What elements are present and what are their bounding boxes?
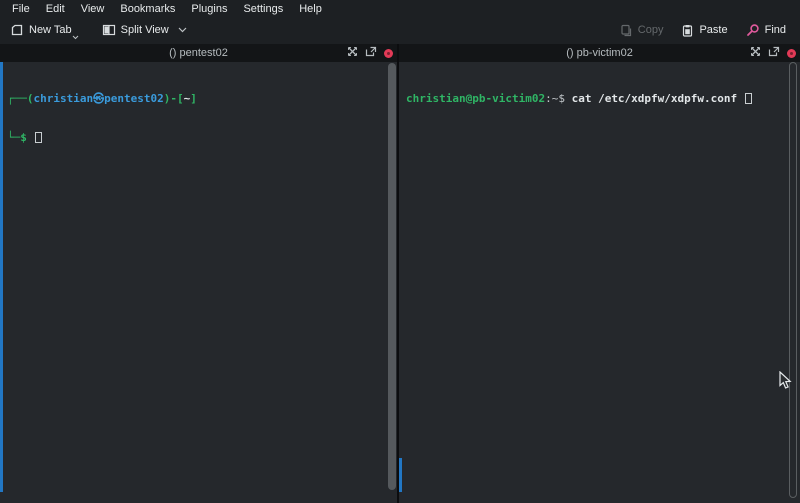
split-view-label: Split View [121, 24, 169, 36]
right-pane-scroll-indicator[interactable] [399, 458, 402, 492]
copy-label: Copy [638, 24, 664, 36]
pane-header-bar: () pentest02 () pb-victim02 [0, 44, 800, 62]
pane-title-left: () pentest02 [169, 47, 228, 59]
detach-view-icon[interactable] [365, 46, 377, 60]
menu-settings[interactable]: Settings [235, 2, 291, 16]
prompt-line: christian@pb-victim02:~$ cat /etc/xdpfw/… [406, 92, 788, 105]
menu-bookmarks[interactable]: Bookmarks [112, 2, 183, 16]
pane-title-right: () pb-victim02 [566, 47, 633, 59]
mouse-cursor-icon [779, 371, 793, 395]
new-tab-icon [10, 23, 24, 37]
close-view-button[interactable] [787, 49, 796, 58]
detach-view-icon[interactable] [768, 46, 780, 60]
paste-button[interactable]: Paste [681, 24, 727, 37]
menubar: File Edit View Bookmarks Plugins Setting… [0, 0, 800, 17]
menu-view[interactable]: View [73, 2, 113, 16]
terminal-cursor [745, 93, 752, 104]
close-view-button[interactable] [384, 49, 393, 58]
menu-plugins[interactable]: Plugins [183, 2, 235, 16]
pane-header-pb-victim02[interactable]: () pb-victim02 [399, 44, 800, 62]
copy-button[interactable]: Copy [620, 24, 664, 37]
left-pane-scrollbar[interactable] [388, 63, 396, 490]
terminal-pentest02[interactable]: ┌──(christian㉿pentest02)-[~] └─$ [0, 62, 397, 503]
new-tab-dropdown-caret-icon [72, 35, 79, 40]
split-view-icon [102, 23, 116, 37]
find-button[interactable]: Find [746, 23, 786, 37]
maximize-view-icon[interactable] [347, 46, 358, 60]
find-icon [746, 23, 760, 37]
toolbar: New Tab Split View Copy [0, 17, 800, 43]
split-view-chevron-down-icon [178, 27, 187, 33]
prompt-line-1: ┌──(christian㉿pentest02)-[~] [7, 92, 387, 105]
menu-edit[interactable]: Edit [38, 2, 73, 16]
new-tab-button[interactable]: New Tab [10, 23, 72, 37]
paste-label: Paste [699, 24, 727, 36]
copy-icon [620, 24, 633, 37]
maximize-view-icon[interactable] [750, 46, 761, 60]
split-view-button[interactable]: Split View [102, 23, 187, 37]
paste-icon [681, 24, 694, 37]
terminal-pb-victim02[interactable]: christian@pb-victim02:~$ cat /etc/xdpfw/… [399, 62, 800, 503]
find-label: Find [765, 24, 786, 36]
terminal-cursor [35, 132, 42, 143]
menu-help[interactable]: Help [291, 2, 330, 16]
menu-file[interactable]: File [4, 2, 38, 16]
pane-header-pentest02[interactable]: () pentest02 [0, 44, 397, 62]
left-pane-scroll-indicator[interactable] [0, 62, 3, 492]
prompt-line-2: └─$ [7, 131, 387, 144]
right-pane-scrollbar[interactable] [789, 62, 797, 498]
new-tab-label: New Tab [29, 24, 72, 36]
